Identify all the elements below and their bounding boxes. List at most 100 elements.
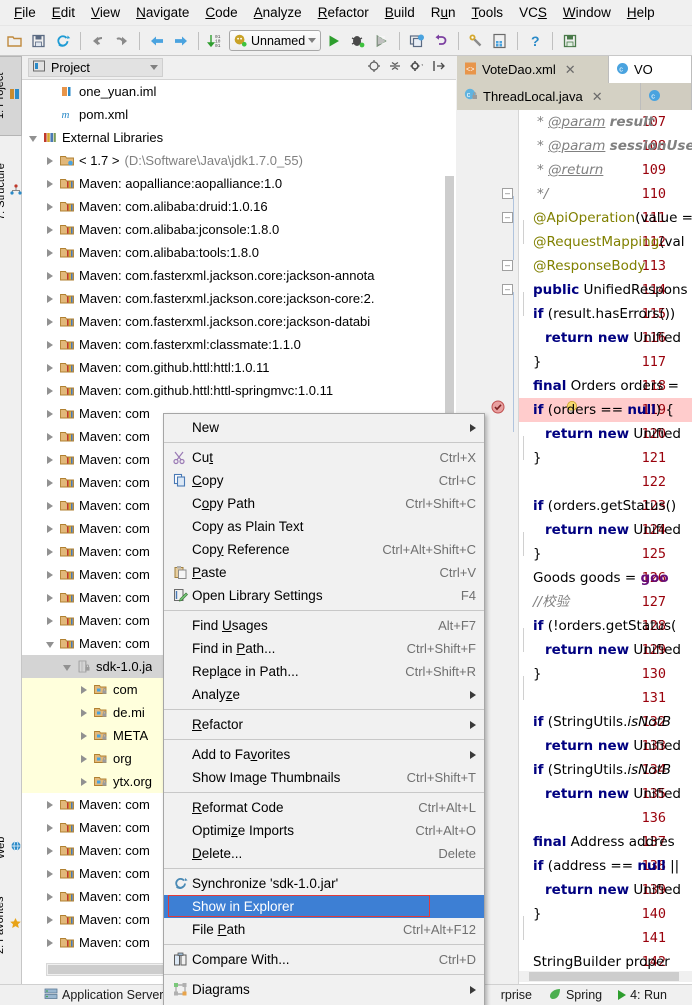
tree-node[interactable]: Maven: com.alibaba:tools:1.8.0: [22, 241, 456, 264]
context-menu-item-replace-in-path[interactable]: Replace in Path... Ctrl+Shift+R: [164, 660, 484, 683]
locate-icon[interactable]: [367, 59, 381, 76]
open-folder-icon[interactable]: [4, 30, 26, 52]
context-menu-item-synchronize-sdk-1-0-jar[interactable]: Synchronize 'sdk-1.0.jar': [164, 872, 484, 895]
menu-item-edit[interactable]: Edit: [44, 2, 83, 23]
tree-node[interactable]: Maven: com.alibaba:druid:1.0.16: [22, 195, 456, 218]
tree-node[interactable]: Maven: com.github.httl:httl:1.0.11: [22, 356, 456, 379]
context-menu-item-reformat-code[interactable]: Reformat Code Ctrl+Alt+L: [164, 796, 484, 819]
status-run[interactable]: 4: Run: [610, 988, 675, 1002]
context-menu-item-show-image-thumbnails[interactable]: Show Image Thumbnails Ctrl+Shift+T: [164, 766, 484, 789]
chevron-right-icon[interactable]: [75, 682, 92, 697]
chevron-right-icon[interactable]: [41, 797, 58, 812]
chevron-right-icon[interactable]: [41, 429, 58, 444]
sidebar-item-structure[interactable]: 7: Structure: [0, 144, 22, 240]
debug-icon[interactable]: [347, 30, 369, 52]
tree-node[interactable]: < 1.7 > (D:\Software\Java\jdk1.7.0_55): [22, 149, 456, 172]
back-icon[interactable]: [146, 30, 168, 52]
chevron-right-icon[interactable]: [75, 705, 92, 720]
code-text[interactable]: * @param result * @param sessionUse * @ret…: [519, 110, 692, 984]
rollback-icon[interactable]: [430, 30, 452, 52]
chevron-right-icon[interactable]: [41, 866, 58, 881]
run-coverage-icon[interactable]: [371, 30, 393, 52]
menu-item-navigate[interactable]: Navigate: [128, 2, 197, 23]
chevron-right-icon[interactable]: [41, 475, 58, 490]
synchronize-icon[interactable]: [52, 30, 74, 52]
context-menu-item-find-in-path[interactable]: Find in Path... Ctrl+Shift+F: [164, 637, 484, 660]
undo-icon[interactable]: [87, 30, 109, 52]
chevron-right-icon[interactable]: [75, 774, 92, 789]
run-icon[interactable]: [323, 30, 345, 52]
context-menu-item-paste[interactable]: Paste Ctrl+V: [164, 561, 484, 584]
tree-node[interactable]: Maven: com.github.httl:httl-springmvc:1.…: [22, 379, 456, 402]
chevron-right-icon[interactable]: [41, 153, 58, 168]
chevron-right-icon[interactable]: [41, 889, 58, 904]
chevron-right-icon[interactable]: [41, 360, 58, 375]
breakpoint-disabled-icon[interactable]: [491, 400, 505, 417]
context-menu-item-create-gist[interactable]: Create Gist...: [164, 1001, 484, 1005]
context-menu-item-optimize-imports[interactable]: Optimize Imports Ctrl+Alt+O: [164, 819, 484, 842]
tree-node[interactable]: External Libraries: [22, 126, 456, 149]
editor-hscrollbar[interactable]: [519, 971, 692, 982]
tree-node[interactable]: Maven: com.fasterxml:classmate:1.1.0: [22, 333, 456, 356]
menu-item-vcs[interactable]: VCS: [511, 2, 555, 23]
chevron-right-icon[interactable]: [41, 521, 58, 536]
run-configuration-selector[interactable]: Unnamed: [229, 30, 322, 51]
context-menu-item-delete[interactable]: Delete... Delete: [164, 842, 484, 865]
save-icon[interactable]: [559, 30, 581, 52]
chevron-down-icon[interactable]: [24, 130, 41, 145]
menu-item-analyze[interactable]: Analyze: [246, 2, 310, 23]
chevron-right-icon[interactable]: [41, 820, 58, 835]
context-menu[interactable]: New Cut Ctrl+X Copy Ctrl+C Copy Path Ctrl+Shif…: [163, 413, 485, 1005]
status-app-servers[interactable]: Application Servers: [36, 987, 178, 1004]
chevron-right-icon[interactable]: [41, 176, 58, 191]
sort-icon[interactable]: 01 10 01: [205, 30, 227, 52]
editor-tab-votedao-xml[interactable]: <> VoteDao.xml ✕: [457, 56, 609, 83]
sidebar-item-web[interactable]: Web: [0, 820, 22, 876]
sidebar-item-favorites[interactable]: 2: Favorites: [0, 880, 22, 970]
tree-node[interactable]: Maven: com.fasterxml.jackson.core:jackso…: [22, 287, 456, 310]
menu-item-code[interactable]: Code: [197, 2, 245, 23]
code-editor[interactable]: 107 108 109 110 111 112 113 114 115 116 117 118 119 1…: [457, 110, 692, 984]
save-all-icon[interactable]: [28, 30, 50, 52]
project-view-selector[interactable]: Project: [28, 58, 163, 77]
forward-icon[interactable]: [170, 30, 192, 52]
chevron-down-icon[interactable]: [308, 38, 317, 43]
status-enterprise[interactable]: rprise: [493, 988, 540, 1002]
fold-marker[interactable]: –: [502, 260, 513, 271]
menu-item-window[interactable]: Window: [555, 2, 619, 23]
menu-item-help[interactable]: Help: [619, 2, 663, 23]
tree-node[interactable]: Maven: com.fasterxml.jackson.core:jackso…: [22, 264, 456, 287]
fold-marker[interactable]: –: [502, 188, 513, 199]
editor-tab-vo[interactable]: c VO: [609, 56, 692, 83]
close-icon[interactable]: ✕: [592, 89, 603, 105]
chevron-down-icon[interactable]: [150, 65, 158, 70]
chevron-right-icon[interactable]: [41, 567, 58, 582]
chevron-right-icon[interactable]: [41, 498, 58, 513]
chevron-right-icon[interactable]: [41, 406, 58, 421]
chevron-down-icon[interactable]: [41, 636, 58, 651]
context-menu-item-open-library-settings[interactable]: Open Library Settings F4: [164, 584, 484, 607]
tree-node[interactable]: Maven: com.alibaba:jconsole:1.8.0: [22, 218, 456, 241]
context-menu-item-copy[interactable]: Copy Ctrl+C: [164, 469, 484, 492]
tree-node[interactable]: one_yuan.iml: [22, 80, 456, 103]
update-project-icon[interactable]: [406, 30, 428, 52]
tree-node[interactable]: Maven: com.fasterxml.jackson.core:jackso…: [22, 310, 456, 333]
context-menu-item-add-to-favorites[interactable]: Add to Favorites: [164, 743, 484, 766]
context-menu-item-refactor[interactable]: Refactor: [164, 713, 484, 736]
scrollbar-thumb[interactable]: [529, 972, 679, 981]
editor-tab-secondary[interactable]: c: [641, 83, 692, 110]
menu-item-file[interactable]: File: [6, 2, 44, 23]
chevron-right-icon[interactable]: [41, 912, 58, 927]
context-menu-item-file-path[interactable]: File Path Ctrl+Alt+F12: [164, 918, 484, 941]
context-menu-item-new[interactable]: New: [164, 416, 484, 439]
fold-marker[interactable]: –: [502, 284, 513, 295]
chevron-right-icon[interactable]: [41, 291, 58, 306]
menu-item-view[interactable]: View: [83, 2, 128, 23]
tree-node[interactable]: m pom.xml: [22, 103, 456, 126]
chevron-right-icon[interactable]: [41, 958, 58, 960]
chevron-right-icon[interactable]: [41, 843, 58, 858]
context-menu-item-cut[interactable]: Cut Ctrl+X: [164, 446, 484, 469]
chevron-right-icon[interactable]: [41, 314, 58, 329]
project-structure-icon[interactable]: [489, 30, 511, 52]
tree-node[interactable]: Maven: aopalliance:aopalliance:1.0: [22, 172, 456, 195]
